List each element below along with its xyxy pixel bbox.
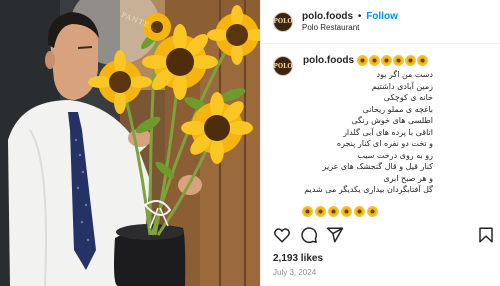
caption-line: باغچه ی مملو ریحانی (362, 104, 433, 114)
sunflower-icon (370, 56, 380, 65)
separator-dot: • (357, 10, 362, 22)
sunflower-icon (368, 207, 377, 216)
share-icon (326, 227, 344, 243)
bookmark-icon (479, 227, 493, 243)
sunflower-icon (418, 56, 428, 65)
post-header: POLO polo.foods • Follow Polo Restaurant (261, 0, 500, 44)
caption-text: دست من اگر بود زمین آبادی داشتیم خانه ی … (303, 69, 433, 196)
sunflower-icon (406, 56, 416, 65)
caption-header: polo.foods (303, 55, 428, 66)
caption: POLO polo.foods دست من اگر بود زمین آباد… (273, 52, 495, 224)
sunflower-icon (358, 56, 368, 65)
post-image[interactable]: PANTE... (0, 0, 260, 286)
avatar-logo-text: POLO (273, 62, 293, 70)
heart-icon (274, 228, 290, 243)
caption-username-link[interactable]: polo.foods (303, 55, 354, 66)
caption-avatar[interactable]: POLO (273, 56, 293, 76)
sunflower-icon (303, 207, 312, 216)
caption-line: زمین آبادی داشتیم (371, 81, 433, 91)
action-bar (273, 226, 495, 246)
sunflower-icon (355, 207, 364, 216)
caption-line: و تخت دو نفره ای کنار پنجره (336, 139, 433, 148)
sunflower-icon (316, 207, 325, 216)
instagram-post: PANTE... POLO polo.foods • Follow Polo R… (0, 0, 500, 286)
location-link[interactable]: Polo Restaurant (302, 22, 398, 33)
post-date[interactable]: July 3, 2024 (273, 268, 316, 277)
header-info: polo.foods • Follow Polo Restaurant (302, 11, 398, 33)
sunflower-icon (329, 207, 338, 216)
caption-line: و هر صبح ابری (383, 173, 433, 183)
caption-line: اطلسی های خوش رنگی (351, 116, 433, 125)
sunflower-icon (382, 56, 392, 65)
share-button[interactable] (326, 226, 346, 246)
caption-line: گل آفتابگردان بیداری یکدیگر می شدیم (304, 185, 433, 194)
caption-line: رو به روی درخت سیب (357, 150, 433, 160)
caption-line: خانه ی کوچکی (383, 93, 433, 102)
caption-line: دست من اگر بود (376, 70, 434, 79)
avatar[interactable]: POLO (273, 11, 293, 32)
sunflower-emoji-row-end (303, 207, 377, 216)
comment-button[interactable] (300, 226, 320, 246)
follow-button[interactable]: Follow (366, 11, 398, 22)
save-button[interactable] (477, 226, 497, 246)
sunflower-icon (394, 56, 404, 65)
caption-line: اتاقی با پرده های آبی گلدار (343, 127, 433, 137)
caption-line: کنار قیل و قال گنجشک های عزیز (322, 162, 433, 171)
sunflower-icon (342, 207, 351, 216)
comment-icon (301, 227, 318, 244)
sunflower-photo (0, 0, 260, 286)
avatar-logo-text: POLO (273, 18, 293, 25)
like-count[interactable]: 2,193 likes (273, 253, 323, 264)
like-button[interactable] (273, 226, 293, 246)
username-link[interactable]: polo.foods (302, 11, 353, 22)
post-side-panel: POLO polo.foods • Follow Polo Restaurant… (260, 0, 500, 286)
sunflower-emoji-row (358, 56, 428, 65)
